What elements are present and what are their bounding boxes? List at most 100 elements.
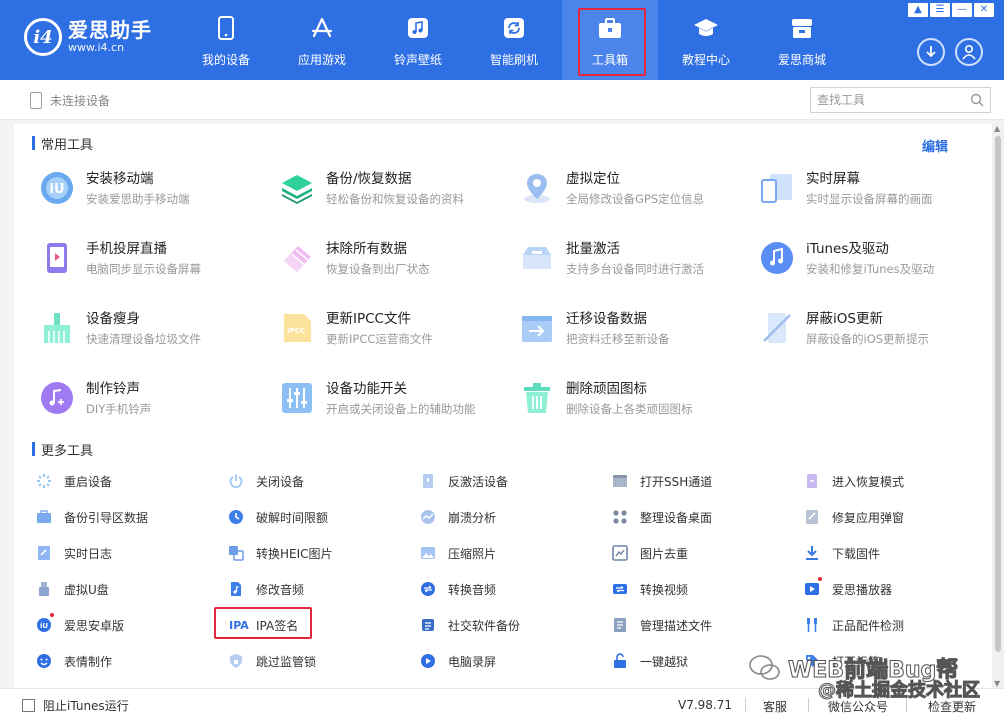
nav-my-device[interactable]: 我的设备	[178, 0, 274, 80]
social-backup-icon	[420, 617, 436, 633]
tool-i4-player[interactable]: 爱思播放器	[804, 577, 984, 599]
tool-shutdown-device[interactable]: 关闭设备	[228, 471, 408, 491]
tool-screen-cast[interactable]: 手机投屏直播 电脑同步显示设备屏幕	[40, 241, 260, 291]
tool-device-slim[interactable]: 设备瘦身 快速清理设备垃圾文件	[40, 311, 260, 361]
i4-android-icon: iU	[36, 613, 54, 633]
download-icon[interactable]	[917, 38, 945, 66]
app-name: 爱思助手	[68, 18, 152, 42]
tool-fix-app-popup[interactable]: 修复应用弹窗	[804, 507, 984, 527]
tool-convert-heic[interactable]: 转换HEIC图片	[228, 543, 408, 563]
photo-icon	[420, 545, 436, 561]
tool-label: 电脑录屏	[448, 654, 497, 669]
audio-file-icon	[228, 581, 244, 597]
tool-itunes-driver[interactable]: iTunes及驱动 安装和修复iTunes及驱动	[760, 241, 980, 291]
svg-text:iU: iU	[49, 182, 64, 197]
edit-button[interactable]: 编辑	[922, 136, 948, 155]
tool-label: 跳过监管锁	[256, 654, 317, 669]
tool-label: 重启设备	[64, 474, 113, 489]
window-controls: ▲ ☰ — ✕	[908, 3, 994, 17]
tool-title: 安装移动端	[86, 171, 154, 187]
nav-store[interactable]: 爱思商城	[754, 0, 850, 80]
tool-accessory-check[interactable]: 正品配件检测	[804, 615, 984, 635]
tool-update-ipcc[interactable]: IPCC 更新IPCC文件 更新IPCC运营商文件	[280, 311, 500, 361]
nav-apps-games[interactable]: 应用游戏	[274, 0, 370, 80]
tool-erase-data[interactable]: 抹除所有数据 恢复设备到出厂状态	[280, 241, 500, 291]
tool-i4-android[interactable]: iU 爱思安卓版	[36, 613, 216, 635]
tool-virtual-usb[interactable]: 虚拟U盘	[36, 579, 216, 599]
tool-convert-video[interactable]: 转换视频	[612, 579, 792, 599]
tool-compress-photos[interactable]: 压缩照片	[420, 543, 600, 563]
nav-flash[interactable]: 智能刷机	[466, 0, 562, 80]
tool-make-emoji[interactable]: 表情制作	[36, 651, 216, 671]
tool-convert-audio[interactable]: 转换音频	[420, 579, 600, 599]
tool-label: 关闭设备	[256, 474, 305, 489]
tool-crash-analysis[interactable]: 崩溃分析	[420, 507, 600, 527]
device-status-text: 未连接设备	[50, 94, 111, 108]
tool-organize-desktop[interactable]: 整理设备桌面	[612, 507, 792, 527]
tool-download-firmware[interactable]: 下载固件	[804, 543, 984, 563]
app-logo[interactable]: i4 爱思助手 www.i4.cn	[24, 18, 152, 56]
migrate-icon	[520, 311, 554, 345]
tool-deactivate-device[interactable]: 反激活设备	[420, 471, 600, 491]
tool-label: 打开SSH通道	[640, 474, 713, 489]
tool-label: 社交软件备份	[448, 618, 521, 633]
tool-ipa-sign[interactable]: IPA IPA签名	[228, 615, 408, 635]
customer-service-link[interactable]: 客服	[763, 698, 787, 715]
tool-block-ios-update[interactable]: 屏蔽iOS更新 屏蔽设备的iOS更新提示	[760, 311, 980, 361]
tool-recovery-mode[interactable]: 进入恢复模式	[804, 471, 984, 491]
tool-virtual-location[interactable]: 虚拟定位 全局修改设备GPS定位信息	[520, 171, 740, 221]
scroll-thumb[interactable]	[995, 136, 1001, 652]
scroll-up-icon[interactable]: ▲	[994, 124, 1000, 133]
toolbar: 未连接设备	[0, 80, 1004, 120]
tool-realtime-log[interactable]: 实时日志	[36, 543, 216, 563]
menu-icon[interactable]: ☰	[930, 3, 950, 17]
checkbox-box[interactable]	[22, 699, 35, 712]
tool-label: 崩溃分析	[448, 510, 497, 525]
tool-skip-mdm[interactable]: 跳过监管锁	[228, 651, 408, 671]
tool-desc: 屏蔽设备的iOS更新提示	[806, 332, 930, 346]
skin-icon[interactable]: ▲	[908, 3, 928, 17]
tool-dedupe-photos[interactable]: 图片去重	[612, 543, 792, 563]
tool-desc: 支持多台设备同时进行激活	[566, 262, 704, 276]
log-icon	[36, 545, 52, 561]
tool-delete-stubborn-icons[interactable]: 删除顽固图标 删除设备上各类顽固图标	[520, 381, 740, 431]
phone-icon	[212, 14, 240, 42]
search-icon[interactable]	[970, 93, 984, 110]
crash-chart-icon	[420, 509, 436, 525]
tool-migrate-data[interactable]: 迁移设备数据 把资料迁移至新设备	[520, 311, 740, 361]
sliders-icon	[280, 381, 314, 415]
block-itunes-checkbox[interactable]: 阻止iTunes运行	[22, 697, 129, 714]
tool-edit-audio[interactable]: 修改音频	[228, 579, 408, 599]
tool-batch-activate[interactable]: 批量激活 支持多台设备同时进行激活	[520, 241, 740, 291]
scroll-down-icon[interactable]: ▼	[994, 679, 1000, 688]
tool-title: 设备功能开关	[326, 381, 407, 397]
nav-tutorials[interactable]: 教程中心	[658, 0, 754, 80]
tool-open-ssh[interactable]: 打开SSH通道	[612, 471, 792, 491]
svg-text:IPCC: IPCC	[287, 327, 305, 335]
tool-make-ringtone[interactable]: 制作铃声 DIY手机铃声	[40, 381, 260, 431]
heic-icon	[228, 545, 244, 561]
tool-manage-profiles[interactable]: 管理描述文件	[612, 615, 792, 635]
tool-restart-device[interactable]: 重启设备	[36, 471, 216, 491]
tool-social-backup[interactable]: 社交软件备份	[420, 615, 600, 635]
tool-install-mobile[interactable]: iU 安装移动端 安装爱思助手移动端	[40, 171, 260, 221]
search-input[interactable]	[811, 89, 961, 111]
tool-title: 手机投屏直播	[86, 241, 167, 257]
close-icon[interactable]: ✕	[974, 3, 994, 17]
tool-realtime-screen[interactable]: 实时屏幕 实时显示设备屏幕的画面	[760, 171, 980, 221]
user-avatar-icon[interactable]	[955, 38, 983, 66]
tool-crack-time-limit[interactable]: 破解时间限额	[228, 507, 408, 527]
content-scrollbar[interactable]: ▲ ▼	[992, 124, 1004, 688]
tool-backup-boot[interactable]: 备份引导区数据	[36, 507, 216, 527]
nav-toolbox[interactable]: 工具箱	[562, 0, 658, 80]
minimize-icon[interactable]: —	[952, 3, 972, 17]
wechat-logo-icon	[749, 655, 780, 680]
device-status: 未连接设备	[30, 92, 110, 109]
tool-backup-restore[interactable]: 备份/恢复数据 轻松备份和恢复设备的资料	[280, 171, 500, 221]
tool-screen-record[interactable]: 电脑录屏	[420, 651, 600, 671]
dedupe-icon	[612, 545, 628, 561]
nav-label: 铃声壁纸	[393, 53, 442, 67]
tool-feature-switch[interactable]: 设备功能开关 开启或关闭设备上的辅助功能	[280, 381, 500, 431]
tool-desc: 更新IPCC运营商文件	[326, 332, 433, 346]
nav-ringtones[interactable]: 铃声壁纸	[370, 0, 466, 80]
